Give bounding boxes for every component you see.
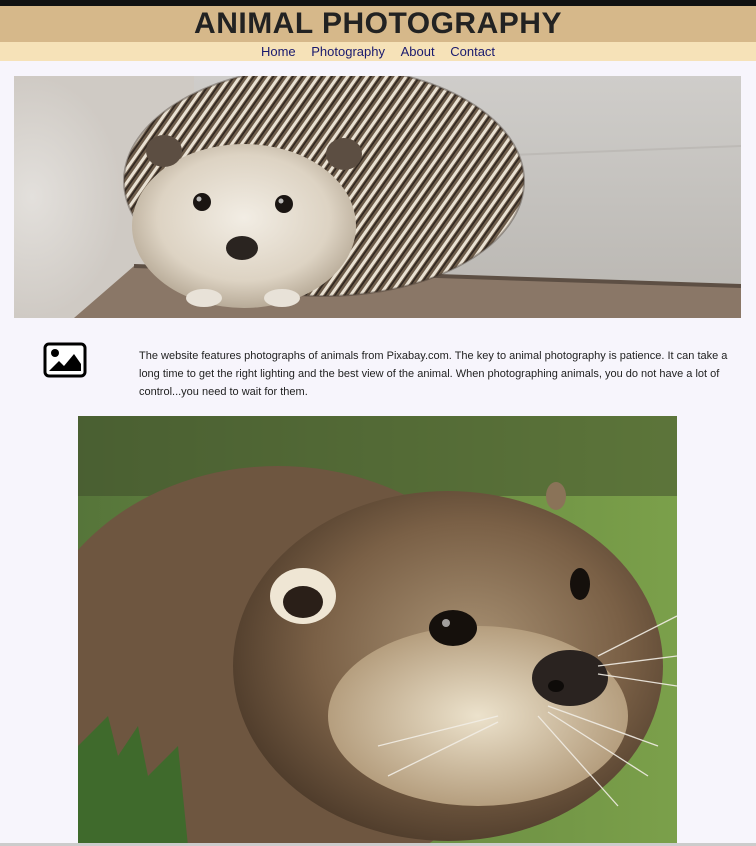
site-title: ANIMAL PHOTOGRAPHY (194, 7, 562, 40)
nav-link-about[interactable]: About (401, 44, 435, 59)
intro-paragraph: The website features photographs of anim… (139, 350, 728, 398)
otter-illustration (78, 416, 677, 846)
nav-link-contact[interactable]: Contact (450, 44, 495, 59)
hedgehog-illustration (14, 76, 741, 318)
main-nav: Home Photography About Contact (0, 42, 756, 61)
nav-link-home[interactable]: Home (261, 44, 296, 59)
hero-hedgehog-image (14, 76, 741, 318)
image-icon (43, 342, 87, 378)
feature-otter-image (78, 416, 677, 846)
nav-link-photography[interactable]: Photography (311, 44, 385, 59)
site-header: ANIMAL PHOTOGRAPHY (0, 6, 756, 42)
